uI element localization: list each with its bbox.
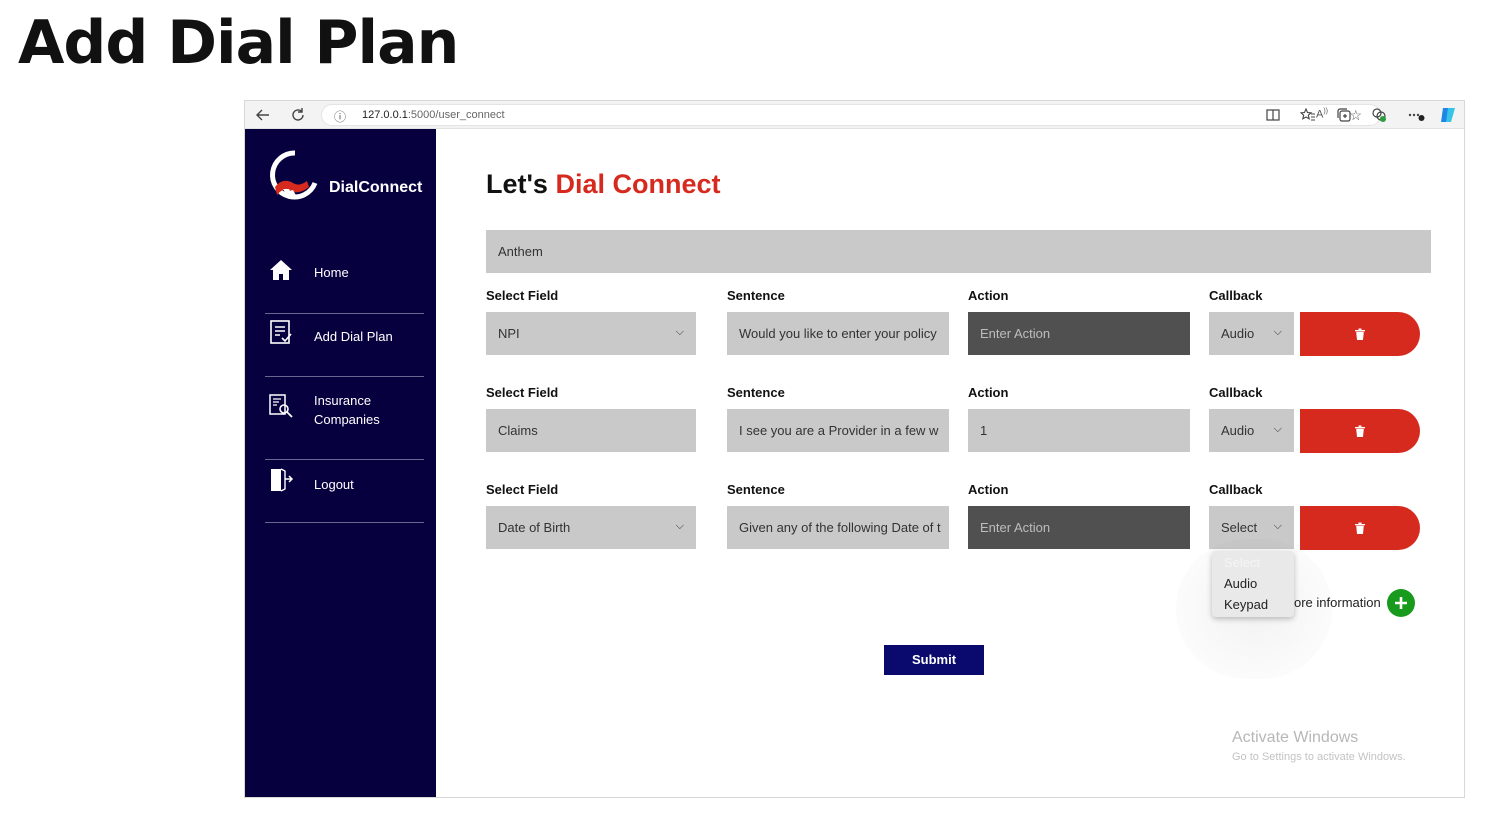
action-label: Action bbox=[968, 385, 1009, 400]
chevron-down-icon: ⌵ bbox=[1273, 520, 1282, 532]
trash-icon bbox=[1355, 328, 1365, 340]
action-input[interactable]: 1 bbox=[968, 409, 1190, 452]
select-field-label: Select Field bbox=[486, 288, 559, 303]
add-more-information-label: ore information bbox=[1294, 595, 1381, 610]
delete-row-button[interactable] bbox=[1300, 312, 1420, 356]
back-icon[interactable] bbox=[253, 105, 273, 125]
home-icon bbox=[268, 257, 294, 283]
nav-divider bbox=[265, 313, 424, 314]
browser-toolbar: ⓘ 127.0.0.1:5000/user_connect A)) ☆ bbox=[245, 101, 1464, 129]
activate-windows-title: Activate Windows bbox=[1232, 729, 1359, 746]
action-label: Action bbox=[968, 288, 1009, 303]
dialconnect-logo-icon bbox=[270, 150, 318, 200]
sidebar-item-insurance-companies[interactable]: Insurance Companies bbox=[265, 391, 424, 431]
action-input[interactable]: Enter Action bbox=[968, 506, 1190, 549]
copilot-icon[interactable] bbox=[1438, 105, 1458, 125]
callback-dropdown-menu: Select Audio Keypad bbox=[1212, 551, 1294, 617]
collections-icon[interactable] bbox=[1334, 105, 1354, 125]
activate-windows-subtitle: Go to Settings to activate Windows. bbox=[1232, 751, 1406, 763]
sentence-label: Sentence bbox=[727, 482, 785, 497]
callback-label: Callback bbox=[1209, 482, 1263, 497]
select-field-label: Select Field bbox=[486, 482, 559, 497]
callback-select[interactable]: Audio ⌵ bbox=[1209, 312, 1294, 355]
submit-button[interactable]: Submit bbox=[884, 645, 984, 675]
address-bar[interactable]: ⓘ 127.0.0.1:5000/user_connect A)) ☆ bbox=[321, 104, 1381, 126]
search-document-icon bbox=[268, 393, 294, 419]
callback-label: Callback bbox=[1209, 288, 1263, 303]
chevron-down-icon: ⌵ bbox=[675, 520, 684, 532]
sidebar-item-add-dial-plan[interactable]: Add Dial Plan bbox=[265, 319, 424, 353]
logout-door-icon bbox=[268, 467, 294, 493]
page-heading: Add Dial Plan bbox=[18, 8, 459, 78]
sentence-label: Sentence bbox=[727, 288, 785, 303]
select-field-dropdown[interactable]: Date of Birth ⌵ bbox=[486, 506, 696, 549]
delete-row-button[interactable] bbox=[1300, 409, 1420, 453]
dropdown-option-audio[interactable]: Audio bbox=[1224, 576, 1257, 591]
sidebar-item-home[interactable]: Home bbox=[265, 257, 424, 287]
extensions-icon[interactable] bbox=[1369, 105, 1389, 125]
url-text: 127.0.0.1:5000/user_connect bbox=[362, 109, 505, 121]
sentence-label: Sentence bbox=[727, 385, 785, 400]
trash-icon bbox=[1355, 522, 1365, 534]
dropdown-option-keypad[interactable]: Keypad bbox=[1224, 597, 1268, 612]
more-icon[interactable] bbox=[1406, 105, 1426, 125]
sentence-input[interactable]: I see you are a Provider in a few w bbox=[727, 409, 949, 452]
sidebar: DialConnect Home Add Dial Plan Insurance… bbox=[245, 129, 436, 797]
add-more-information-button[interactable] bbox=[1387, 589, 1415, 617]
sentence-input[interactable]: Given any of the following Date of t bbox=[727, 506, 949, 549]
page-title: Let's Dial Connect bbox=[486, 169, 721, 199]
dropdown-option-select[interactable]: Select bbox=[1224, 555, 1260, 570]
plus-icon bbox=[1395, 597, 1407, 609]
favorites-icon[interactable] bbox=[1298, 105, 1318, 125]
info-icon[interactable]: ⓘ bbox=[334, 108, 346, 125]
chevron-down-icon: ⌵ bbox=[675, 326, 684, 338]
action-input[interactable]: Enter Action bbox=[968, 312, 1190, 355]
callback-label: Callback bbox=[1209, 385, 1263, 400]
action-label: Action bbox=[968, 482, 1009, 497]
checklist-icon bbox=[268, 319, 294, 345]
sidebar-item-logout[interactable]: Logout bbox=[265, 467, 424, 497]
nav-divider bbox=[265, 459, 424, 460]
select-field-label: Select Field bbox=[486, 385, 559, 400]
browser-window: ⓘ 127.0.0.1:5000/user_connect A)) ☆ Dial… bbox=[244, 100, 1465, 798]
trash-icon bbox=[1355, 425, 1365, 437]
main-content: Let's Dial Connect Anthem Select Field S… bbox=[436, 129, 1464, 797]
select-field-dropdown[interactable]: NPI ⌵ bbox=[486, 312, 696, 355]
sentence-input[interactable]: Would you like to enter your policy bbox=[727, 312, 949, 355]
brand-name: DialConnect bbox=[329, 179, 423, 196]
select-field-dropdown[interactable]: Claims bbox=[486, 409, 696, 452]
split-screen-icon[interactable] bbox=[1263, 105, 1283, 125]
chevron-down-icon: ⌵ bbox=[1273, 423, 1282, 435]
chevron-down-icon: ⌵ bbox=[1273, 326, 1282, 338]
company-field[interactable]: Anthem bbox=[486, 230, 1431, 273]
nav-divider bbox=[265, 376, 424, 377]
delete-row-button[interactable] bbox=[1300, 506, 1420, 550]
callback-select[interactable]: Audio ⌵ bbox=[1209, 409, 1294, 452]
refresh-icon[interactable] bbox=[288, 105, 308, 125]
nav-divider bbox=[265, 522, 424, 523]
